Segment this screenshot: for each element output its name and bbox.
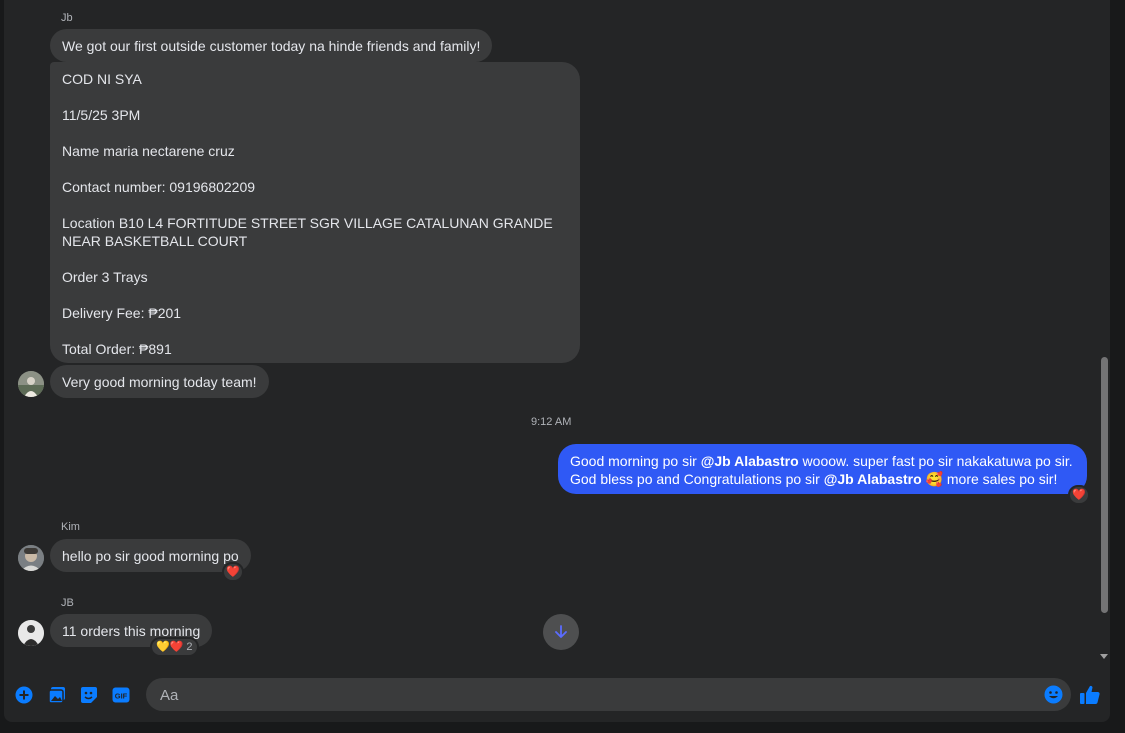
mention-link[interactable]: @Jb Alabastro — [701, 453, 799, 469]
avatar-photo-icon — [18, 620, 44, 646]
avatar-photo-icon — [18, 545, 44, 571]
order-line: 11/5/25 3PM — [62, 107, 141, 123]
avatar[interactable] — [18, 371, 44, 397]
avatar-photo-icon — [18, 371, 44, 397]
order-details-bubble[interactable]: COD NI SYA 11/5/25 3PM Name maria nectar… — [50, 62, 580, 363]
scrollbar-thumb[interactable] — [1101, 357, 1108, 613]
order-line: COD NI SYA — [62, 71, 142, 87]
reaction-emojis: 💛❤️ — [156, 641, 184, 653]
message-bubble[interactable]: hello po sir good morning po — [50, 539, 251, 572]
plus-icon[interactable] — [14, 685, 34, 705]
message-input-container[interactable] — [146, 678, 1071, 713]
order-line: Location B10 L4 FORTITUDE STREET SGR VIL… — [62, 215, 553, 249]
arrow-down-icon — [555, 625, 567, 638]
message-bubble[interactable]: Very good morning today team! — [50, 365, 269, 398]
message-composer: GIF — [4, 666, 1110, 722]
gif-icon[interactable]: GIF — [111, 685, 131, 705]
gif-label: GIF — [115, 692, 128, 701]
image-icon[interactable] — [47, 685, 67, 705]
message-input[interactable] — [158, 678, 1042, 713]
chat-panel: Jb We got our first outside customer tod… — [4, 0, 1110, 722]
sender-name-kim: Kim — [61, 521, 80, 533]
message-text: more sales po sir! — [942, 471, 1058, 487]
message-bubble[interactable]: We got our first outside customer today … — [50, 29, 493, 62]
heart-reaction-icon[interactable]: ❤️ — [1068, 485, 1090, 505]
order-line: Total Order: ₱891 — [62, 341, 172, 357]
my-message-bubble[interactable]: Good morning po sir @Jb Alabastro wooow.… — [558, 444, 1087, 494]
scrollbar[interactable] — [1097, 0, 1110, 666]
message-thread[interactable]: Jb We got our first outside customer tod… — [4, 0, 1097, 666]
avatar[interactable] — [18, 620, 44, 646]
emoji-icon[interactable] — [1044, 685, 1063, 709]
scroll-down-arrow-icon[interactable] — [1100, 654, 1108, 659]
reaction-count: 2 — [186, 641, 193, 653]
message-text: Good morning po sir — [570, 453, 701, 469]
order-line: Contact number: 09196802209 — [62, 179, 256, 195]
like-icon[interactable] — [1078, 683, 1102, 707]
avatar[interactable] — [18, 545, 44, 571]
reaction-summary[interactable]: 💛❤️ 2 — [150, 637, 199, 657]
mention-link[interactable]: @Jb Alabastro — [824, 471, 922, 487]
heart-reaction-icon[interactable]: ❤️ — [222, 562, 244, 582]
message-timestamp: 9:12 AM — [531, 416, 572, 428]
scroll-to-bottom-button[interactable] — [543, 614, 579, 650]
smiling-hearts-emoji: 🥰 — [925, 471, 943, 487]
sticker-icon[interactable] — [79, 685, 99, 705]
sender-name-jb2: JB — [61, 597, 74, 609]
order-line: Name maria nectarene cruz — [62, 143, 235, 159]
sender-name-jb: Jb — [61, 12, 73, 24]
order-line: Order 3 Trays — [62, 269, 148, 285]
order-line: Delivery Fee: ₱201 — [62, 305, 182, 321]
